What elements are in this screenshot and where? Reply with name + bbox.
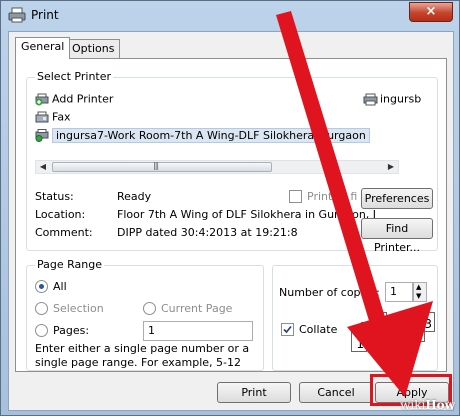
page-range-pages-label: Pages: bbox=[53, 324, 90, 337]
comment-value: DIPP dated 30:4:2013 at 19:21:8 bbox=[117, 226, 298, 239]
scroll-left-icon[interactable]: ◀ bbox=[36, 161, 50, 173]
status-row: Status: Ready bbox=[35, 190, 285, 204]
page-range-all-label: All bbox=[53, 280, 67, 293]
tab-general-label: General bbox=[21, 40, 65, 53]
printer-item-add-printer[interactable]: Add Printer bbox=[35, 92, 113, 108]
page-range-current-page-radio[interactable] bbox=[143, 302, 156, 315]
tab-options-label: Options bbox=[72, 42, 115, 55]
copies-spinner[interactable]: ▲ ▼ bbox=[413, 282, 427, 302]
number-of-copies-label: Number of copies: bbox=[279, 286, 380, 299]
fax-icon bbox=[35, 111, 49, 122]
printer-name: ingursb bbox=[380, 92, 422, 106]
printer-list-scrollbar[interactable]: ◀ ||| ▶ bbox=[35, 160, 399, 174]
title-bar: Print × bbox=[1, 1, 459, 31]
network-printer-icon bbox=[35, 128, 49, 142]
page-range-hint: Enter either a single page number or a s… bbox=[35, 342, 250, 369]
tab-options[interactable]: Options bbox=[66, 39, 121, 58]
copies-input[interactable]: 1 bbox=[385, 282, 413, 302]
general-tab-panel: Select Printer Add Printer Fax ingursa7-… bbox=[15, 58, 447, 372]
check-icon bbox=[283, 325, 292, 334]
wikihow-watermark: wikiHow bbox=[400, 398, 455, 412]
close-icon: × bbox=[425, 4, 437, 19]
collate-preview-icon: 3 2 1 3 2 1 bbox=[347, 312, 437, 362]
print-to-file-label: Print to fi bbox=[307, 190, 358, 203]
printer-item-ingursa7[interactable]: ingursa7-Work Room-7th A Wing-DLF Silokh… bbox=[35, 127, 370, 144]
location-value: Floor 7th A Wing of DLF Silokhera in Gur… bbox=[117, 208, 377, 221]
comment-row: Comment: DIPP dated 30:4:2013 at 19:21:8 bbox=[35, 226, 298, 240]
find-printer-button[interactable]: Find Printer... bbox=[361, 218, 433, 254]
collate-page-1: 1 bbox=[351, 332, 367, 352]
print-to-file-checkbox[interactable] bbox=[289, 190, 302, 203]
copies-group: Number of copies: 1 ▲ ▼ Collate 3 2 1 3 bbox=[272, 265, 438, 371]
tab-general[interactable]: General bbox=[15, 37, 71, 59]
collate-label: Collate bbox=[299, 323, 338, 336]
page-range-all-radio[interactable] bbox=[35, 280, 48, 293]
printer-icon bbox=[363, 93, 378, 105]
page-range-selection-label: Selection bbox=[53, 302, 104, 315]
printer-name: ingursa7-Work Room-7th A Wing-DLF Silokh… bbox=[52, 127, 370, 143]
print-dialog: Print × General Options Select Printer A… bbox=[0, 0, 460, 416]
pages-input[interactable]: 1 bbox=[143, 321, 253, 341]
spin-down-icon[interactable]: ▼ bbox=[416, 292, 421, 300]
collate-page-1b: 1 bbox=[399, 332, 415, 352]
scrollbar-thumb[interactable]: ||| bbox=[52, 161, 272, 172]
comment-label: Comment: bbox=[35, 226, 93, 239]
printer-name: Fax bbox=[52, 110, 71, 124]
print-button[interactable]: Print bbox=[217, 382, 291, 403]
page-range-current-page-label: Current Page bbox=[161, 302, 233, 315]
location-label: Location: bbox=[35, 208, 86, 221]
status-value: Ready bbox=[117, 190, 152, 203]
printer-icon bbox=[8, 7, 26, 23]
printer-name: Add Printer bbox=[52, 92, 114, 106]
page-range-group: Page Range All Selection Current Page Pa… bbox=[26, 258, 264, 371]
page-range-label: Page Range bbox=[35, 258, 104, 271]
collate-checkbox[interactable] bbox=[281, 323, 294, 336]
preferences-button[interactable]: Preferences bbox=[361, 188, 433, 209]
watermark-suffix: How bbox=[425, 398, 455, 412]
dialog-client-area: General Options Select Printer Add Print… bbox=[8, 31, 454, 411]
scroll-right-icon[interactable]: ▶ bbox=[384, 161, 398, 173]
printer-item-fax[interactable]: Fax bbox=[35, 110, 71, 126]
watermark-prefix: wiki bbox=[400, 398, 426, 412]
printer-item-ingursb[interactable]: ingursb bbox=[363, 92, 421, 108]
select-printer-label: Select Printer bbox=[35, 70, 114, 83]
printer-list[interactable]: Add Printer Fax ingursa7-Work Room-7th A… bbox=[35, 90, 379, 158]
grip-icon: ||| bbox=[153, 161, 159, 170]
location-row: Location: Floor 7th A Wing of DLF Silokh… bbox=[35, 208, 376, 222]
status-label: Status: bbox=[35, 190, 74, 203]
cancel-button[interactable]: Cancel bbox=[299, 382, 373, 403]
select-printer-group: Select Printer Add Printer Fax ingursa7-… bbox=[26, 70, 438, 254]
add-printer-icon bbox=[35, 93, 49, 105]
window-title: Print bbox=[31, 8, 59, 22]
page-range-pages-radio[interactable] bbox=[35, 324, 48, 337]
close-button[interactable]: × bbox=[409, 2, 453, 22]
spin-up-icon[interactable]: ▲ bbox=[416, 283, 421, 291]
page-range-selection-radio[interactable] bbox=[35, 302, 48, 315]
